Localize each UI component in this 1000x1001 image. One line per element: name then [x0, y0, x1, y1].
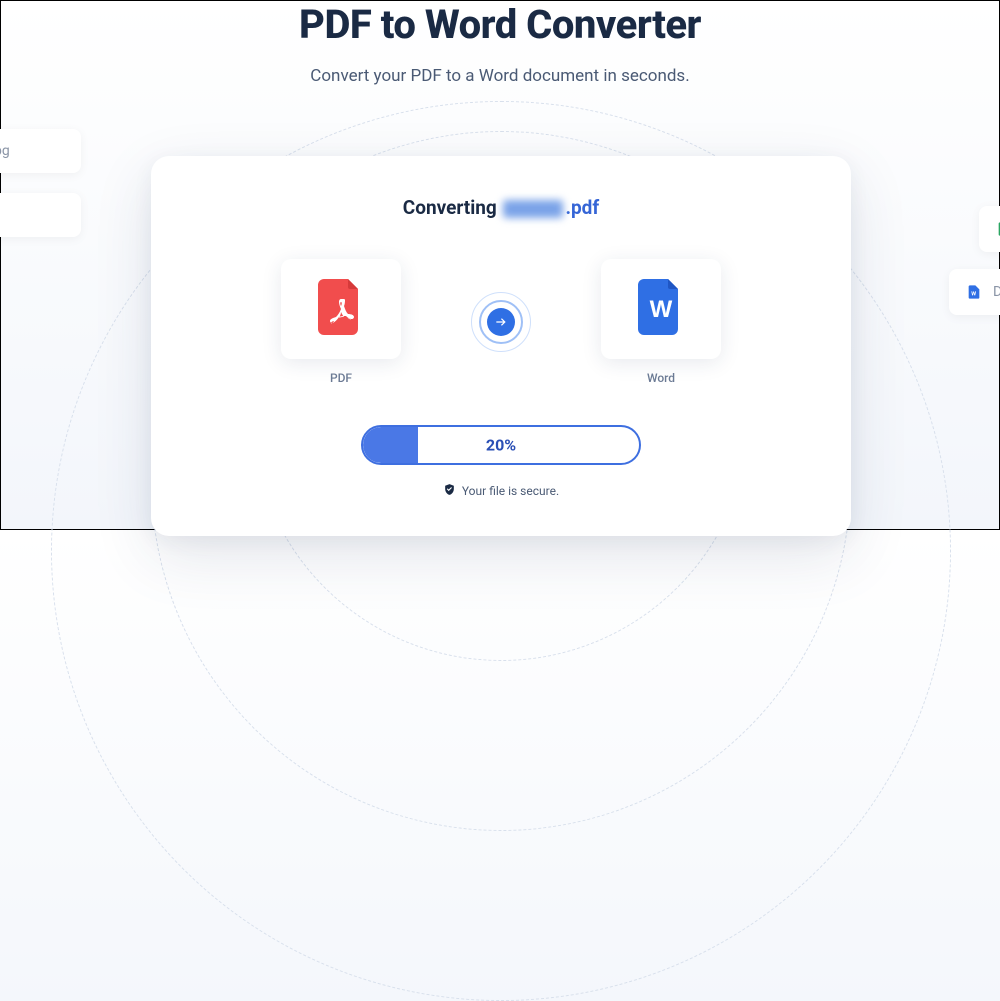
target-label: Word [601, 371, 721, 385]
conversion-row: PDF W Word [201, 259, 801, 385]
converting-status: Converting .pdf [201, 196, 801, 219]
pdf-file-box [281, 259, 401, 359]
source-tile: PDF [281, 259, 401, 385]
progress-wrap: 20% [201, 425, 801, 465]
word-doc-icon: W [638, 279, 684, 339]
pdf-icon [318, 279, 364, 339]
page-title: PDF to Word Converter [1, 1, 999, 48]
word-icon [965, 283, 983, 301]
arrow-indicator [471, 292, 531, 352]
side-card-label: Drop [993, 284, 1000, 300]
side-card-tx: tx [0, 193, 81, 237]
filename-ext: .pdf [565, 196, 599, 219]
side-card-drop[interactable]: Drop [949, 269, 1000, 315]
source-label: PDF [281, 371, 401, 385]
word-file-box: W [601, 259, 721, 359]
conversion-card: Converting .pdf PDF [151, 156, 851, 536]
side-card-jpg: .jpg [0, 129, 81, 173]
svg-text:W: W [650, 296, 673, 323]
page-subtitle: Convert your PDF to a Word document in s… [1, 66, 999, 86]
side-card-excel [979, 206, 1000, 252]
secure-text: Your file is secure. [462, 484, 559, 498]
filename-redacted [503, 200, 563, 218]
shield-check-icon [443, 483, 456, 499]
converting-prefix: Converting [403, 196, 497, 219]
target-tile: W Word [601, 259, 721, 385]
excel-icon [995, 220, 1000, 238]
arrow-icon [487, 308, 515, 336]
secure-row: Your file is secure. [201, 483, 801, 499]
progress-bar: 20% [361, 425, 641, 465]
progress-text: 20% [363, 436, 639, 455]
